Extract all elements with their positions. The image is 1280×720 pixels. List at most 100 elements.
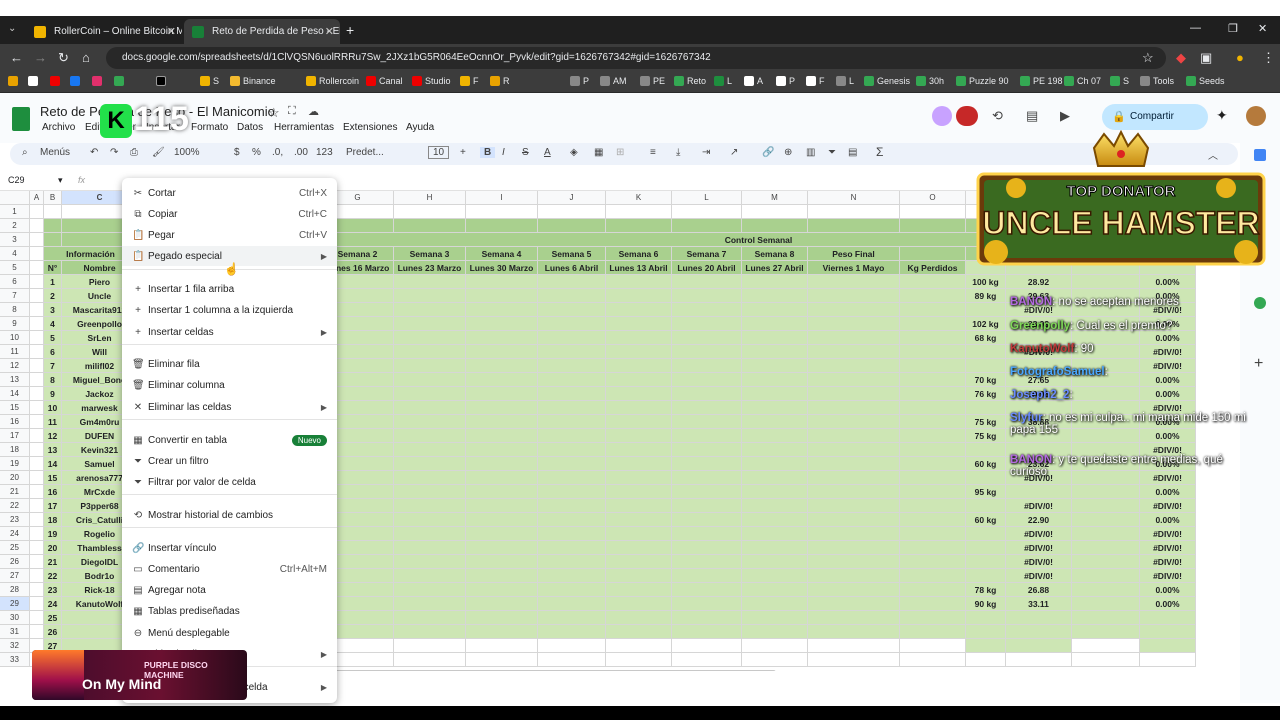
context-menu-item-eliminar-columna[interactable]: 🗑 Eliminar columna (122, 375, 337, 395)
name-box[interactable]: C29 (8, 175, 25, 185)
grid-cell[interactable] (672, 331, 742, 345)
grid-cell[interactable] (538, 583, 606, 597)
grid-cell[interactable] (394, 345, 466, 359)
grid-cell[interactable] (1072, 499, 1140, 513)
context-menu-item-copiar[interactable]: ⧉ Copiar Ctrl+C (122, 204, 337, 224)
grid-cell[interactable] (808, 527, 900, 541)
grid-cell[interactable] (672, 373, 742, 387)
grid-cell[interactable] (742, 443, 808, 457)
participant-weight[interactable]: 68 kg (966, 331, 1006, 345)
grid-cell[interactable] (808, 499, 900, 513)
share-button[interactable]: 🔒 Compartir (1102, 104, 1208, 130)
grid-cell[interactable] (808, 485, 900, 499)
context-menu-item-insertar-celdas[interactable]: + Insertar celdas ▶ (122, 322, 337, 342)
grid-cell[interactable] (742, 303, 808, 317)
bookmark-item[interactable]: Tools (1140, 76, 1174, 86)
grid-cell[interactable] (606, 401, 672, 415)
bookmark-item[interactable]: R (490, 76, 510, 86)
col-n-header[interactable]: N° (44, 261, 62, 275)
participant-number[interactable]: 21 (44, 555, 62, 569)
row-header[interactable]: 11 (0, 345, 30, 359)
participant-number[interactable]: 7 (44, 359, 62, 373)
column-header[interactable]: H (394, 191, 466, 205)
collaborator-avatar[interactable] (932, 106, 952, 126)
row-header[interactable]: 8 (0, 303, 30, 317)
row-header[interactable]: 9 (0, 317, 30, 331)
participant-weight[interactable] (966, 499, 1006, 513)
row-header[interactable]: 4 (0, 247, 30, 261)
grid-cell[interactable] (742, 415, 808, 429)
grid-cell[interactable] (394, 443, 466, 457)
grid-cell[interactable] (538, 611, 606, 625)
grid-cell[interactable] (538, 429, 606, 443)
menu-archivo[interactable]: Archivo (42, 122, 75, 133)
maximize-icon[interactable]: ❐ (1228, 22, 1238, 35)
grid-cell[interactable] (900, 541, 966, 555)
row-header[interactable]: 23 (0, 513, 30, 527)
grid-cell[interactable] (672, 597, 742, 611)
grid-cell[interactable] (466, 345, 538, 359)
text-color-button[interactable]: A (544, 147, 551, 158)
forward-icon[interactable]: → (34, 50, 47, 65)
grid-cell[interactable] (900, 331, 966, 345)
participant-number[interactable]: 6 (44, 345, 62, 359)
grid-cell[interactable] (30, 499, 44, 513)
grid-cell[interactable] (900, 415, 966, 429)
context-menu-item-insertar-1-fila-arriba[interactable]: + Insertar 1 fila arriba (122, 279, 337, 299)
week-header[interactable]: Semana 7 (672, 247, 742, 261)
grid-cell[interactable] (742, 653, 808, 667)
grid-cell[interactable] (394, 555, 466, 569)
grid-cell[interactable] (394, 499, 466, 513)
grid-cell[interactable] (1140, 653, 1196, 667)
participant-number[interactable]: 1 (44, 275, 62, 289)
week-header[interactable]: Semana 3 (394, 247, 466, 261)
participant-number[interactable]: 11 (44, 415, 62, 429)
bookmark-item[interactable]: Studio (412, 76, 451, 86)
grid-cell[interactable] (538, 415, 606, 429)
grid-cell[interactable] (900, 597, 966, 611)
context-menu-item-agregar-nota[interactable]: ▤ Agregar nota (122, 580, 337, 600)
grid-cell[interactable] (606, 485, 672, 499)
bookmark-item[interactable] (114, 76, 127, 86)
grid-cell[interactable] (606, 387, 672, 401)
text-wrap-icon[interactable]: ⇥ (702, 147, 710, 158)
week-header[interactable]: Semana 6 (606, 247, 672, 261)
grid-cell[interactable] (900, 527, 966, 541)
grid-cell[interactable] (672, 639, 742, 653)
column-header[interactable]: A (30, 191, 44, 205)
grid-cell[interactable] (672, 457, 742, 471)
grid-cell[interactable] (30, 457, 44, 471)
grid-cell[interactable] (606, 443, 672, 457)
participant-number[interactable]: 13 (44, 443, 62, 457)
participant-weight[interactable]: 60 kg (966, 457, 1006, 471)
grid-cell[interactable] (30, 261, 44, 275)
grid-cell[interactable] (672, 345, 742, 359)
bookmark-item[interactable]: Canal (366, 76, 403, 86)
grid-cell[interactable] (900, 289, 966, 303)
bookmark-item[interactable]: P (570, 76, 589, 86)
grid-cell[interactable] (606, 471, 672, 485)
borders-icon[interactable]: ▦ (594, 147, 603, 158)
grid-cell[interactable] (808, 513, 900, 527)
grid-cell[interactable] (900, 429, 966, 443)
context-menu-item-insertar-1-columna-a-la-izquierda[interactable]: + Insertar 1 columna a la izquierda (122, 300, 337, 320)
grid-cell[interactable] (966, 653, 1006, 667)
kg-perdidos-header[interactable]: Kg Perdidos (900, 261, 966, 275)
percent-format-button[interactable]: % (252, 147, 261, 158)
grid-cell[interactable] (606, 583, 672, 597)
context-menu-item-eliminar-las-celdas[interactable]: ✕ Eliminar las celdas ▶ (122, 397, 337, 417)
grid-cell[interactable] (606, 345, 672, 359)
week-header[interactable]: Semana 4 (466, 247, 538, 261)
grid-cell[interactable] (30, 345, 44, 359)
date-header[interactable]: Viernes 1 Mayo (808, 261, 900, 275)
participant-weight[interactable]: 90 kg (966, 597, 1006, 611)
context-menu-item-mostrar-historial-de-cambios[interactable]: ⟲ Mostrar historial de cambios (122, 505, 337, 525)
participant-weight[interactable]: 70 kg (966, 373, 1006, 387)
column-header[interactable]: B (44, 191, 62, 205)
strikethrough-button[interactable]: S (522, 147, 529, 158)
grid-cell[interactable] (672, 485, 742, 499)
bookmark-item[interactable] (70, 76, 83, 86)
row-header[interactable]: 27 (0, 569, 30, 583)
column-header[interactable]: I (466, 191, 538, 205)
participant-bmi[interactable]: 22.90 (1006, 513, 1072, 527)
